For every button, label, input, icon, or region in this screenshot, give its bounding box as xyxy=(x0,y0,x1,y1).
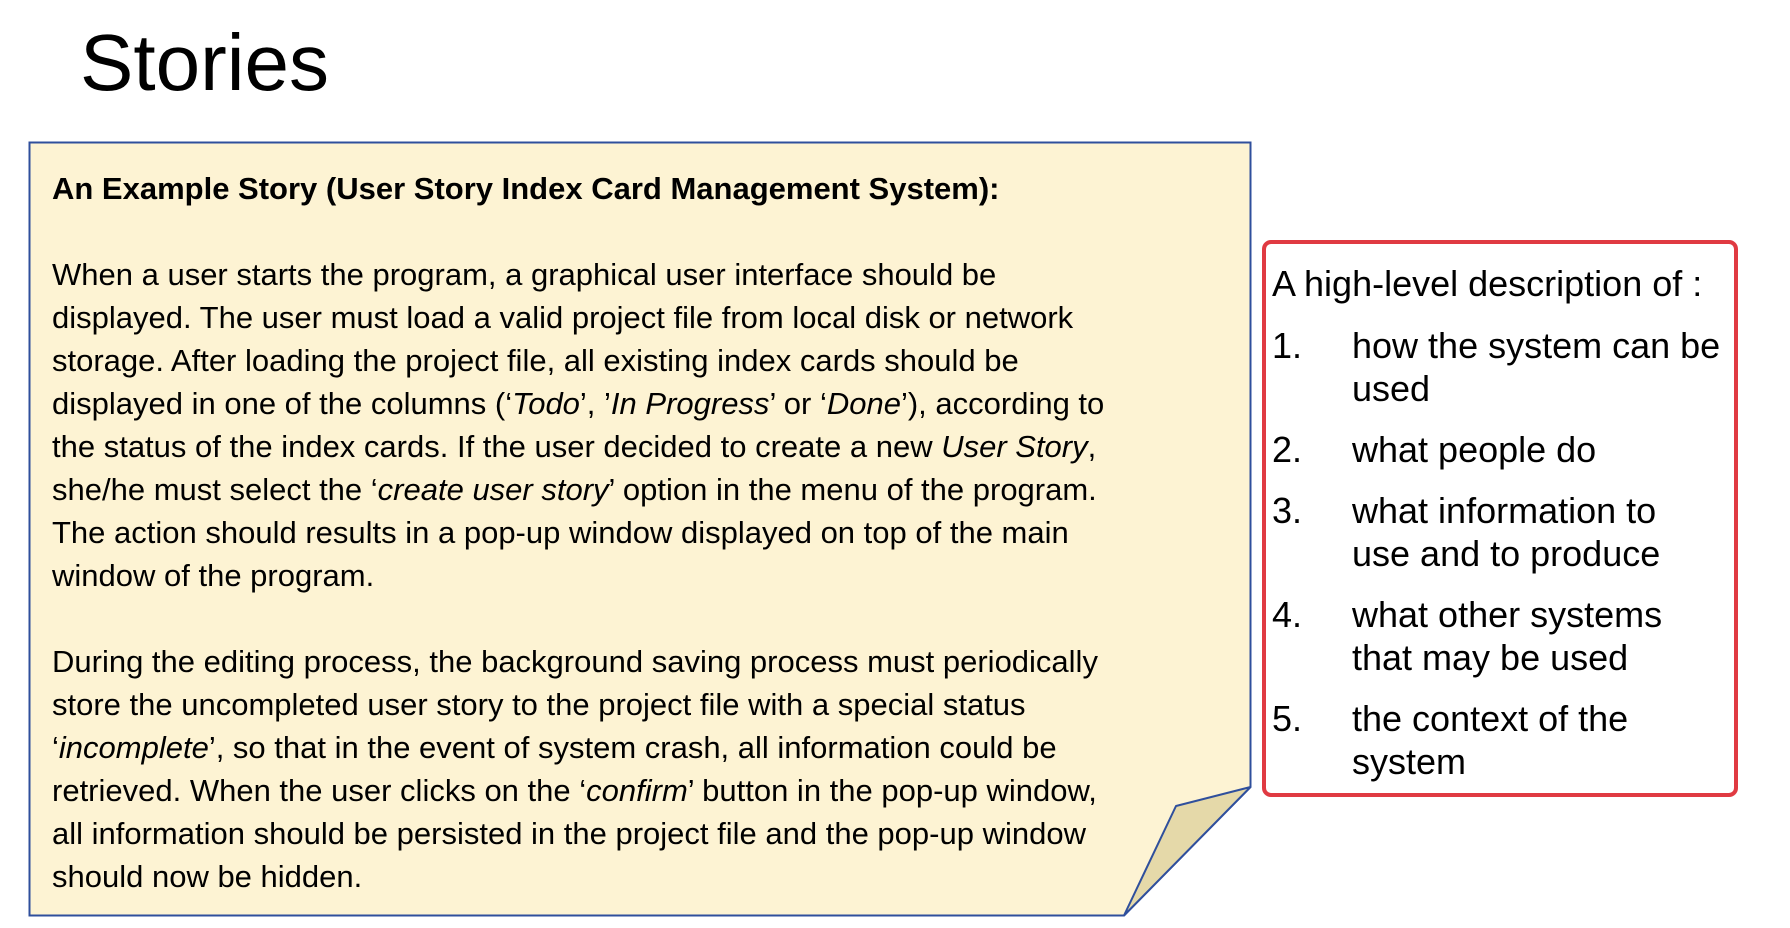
list-item-line: what other systems xyxy=(1352,594,1663,635)
card-text-italic: confirm xyxy=(586,773,688,808)
list-item-line: used xyxy=(1352,368,1431,409)
card-text: she/he must select the ‘ xyxy=(52,472,378,507)
description-list-item: 3. what information to use and to produce xyxy=(1272,489,1732,575)
description-list-item: 5. the context of the system xyxy=(1272,697,1732,783)
card-text-italic: User Story xyxy=(941,429,1088,464)
card-text: ’, so that in the event of system crash,… xyxy=(208,730,1057,765)
card-text-italic: Todo xyxy=(512,386,580,421)
card-text-line: the status of the index cards. If the us… xyxy=(52,425,1232,468)
description-box: A high-level description of : 1. how the … xyxy=(1262,240,1738,797)
card-text-italic: create user story xyxy=(377,472,609,507)
list-item-text: what information to use and to produce xyxy=(1352,489,1732,575)
list-item-text: how the system can be used xyxy=(1352,324,1732,410)
card-text: displayed in one of the columns (‘ xyxy=(52,386,513,421)
list-item-text: what other systems that may be used xyxy=(1352,593,1732,679)
card-text: During the editing process, the backgrou… xyxy=(52,644,1098,679)
card-text: The action should results in a pop-up wi… xyxy=(52,515,1069,550)
card-text-line: all information should be persisted in t… xyxy=(52,812,1232,855)
card-text-italic: incomplete xyxy=(58,730,209,765)
card-text: store the uncompleted user story to the … xyxy=(52,687,1026,722)
card-text: displayed. The user must load a valid pr… xyxy=(52,300,1074,335)
card-text: ’ or ‘ xyxy=(769,386,827,421)
list-item-line: how the system can be xyxy=(1352,325,1721,366)
list-item-line: the context of the xyxy=(1352,698,1629,739)
card-text-line: displayed in one of the columns (‘Todo’,… xyxy=(52,382,1232,425)
card-heading: An Example Story (User Story Index Card … xyxy=(52,171,1000,206)
card-text: window of the program. xyxy=(52,558,375,593)
list-item-text: what people do xyxy=(1352,428,1732,471)
card-text: When a user starts the program, a graphi… xyxy=(52,257,997,292)
card-text-line: she/he must select the ‘create user stor… xyxy=(52,468,1232,511)
list-item-number: 1. xyxy=(1272,325,1303,366)
card-text-line: store the uncompleted user story to the … xyxy=(52,683,1232,726)
card-text-line: ‘incomplete’, so that in the event of sy… xyxy=(52,726,1232,769)
description-list-item: 2. what people do xyxy=(1272,428,1732,471)
card-text: ‘ xyxy=(52,730,59,765)
list-item-text: the context of the system xyxy=(1352,697,1732,783)
card-text: should now be hidden. xyxy=(52,859,363,894)
card-text: ’), according to xyxy=(900,386,1105,421)
list-item-number: 2. xyxy=(1272,429,1303,470)
list-item-line: what information to xyxy=(1352,490,1657,531)
card-paragraph: During the editing process, the backgrou… xyxy=(52,640,1232,898)
card-text: , xyxy=(1087,429,1097,464)
card-content: An Example Story (User Story Index Card … xyxy=(52,167,1232,898)
list-item-line: system xyxy=(1352,741,1467,782)
list-item-number: 4. xyxy=(1272,594,1303,635)
list-item-number: 3. xyxy=(1272,490,1303,531)
card-text-line: retrieved. When the user clicks on the ‘… xyxy=(52,769,1232,812)
card-text-line: During the editing process, the backgrou… xyxy=(52,640,1232,683)
card-text: ’, ’ xyxy=(579,386,611,421)
card-text: retrieved. When the user clicks on the ‘ xyxy=(52,773,587,808)
card-text-italic: In Progress xyxy=(610,386,770,421)
description-list: 1. how the system can be used 2. what people… xyxy=(1272,324,1732,801)
description-intro: A high-level description of : xyxy=(1272,263,1703,304)
card-text-line: When a user starts the program, a graphi… xyxy=(52,253,1232,296)
card-paragraph: When a user starts the program, a graphi… xyxy=(52,253,1232,597)
card-text: the status of the index cards. If the us… xyxy=(52,429,942,464)
card-text-line: The action should results in a pop-up wi… xyxy=(52,511,1232,554)
list-item-line: use and to produce xyxy=(1352,533,1661,574)
card-text-italic: Done xyxy=(826,386,901,421)
card-text-line: storage. After loading the project file,… xyxy=(52,339,1232,382)
slide-title: Stories xyxy=(80,18,329,107)
list-item-line: what people do xyxy=(1352,429,1597,470)
list-item-number: 5. xyxy=(1272,698,1303,739)
card-text-line: window of the program. xyxy=(52,554,1232,597)
description-list-item: 1. how the system can be used xyxy=(1272,324,1732,410)
card-text-line: displayed. The user must load a valid pr… xyxy=(52,296,1232,339)
card-text: all information should be persisted in t… xyxy=(52,816,1086,851)
story-card: An Example Story (User Story Index Card … xyxy=(28,141,1252,917)
card-text-line: should now be hidden. xyxy=(52,855,1232,898)
card-paragraphs: When a user starts the program, a graphi… xyxy=(52,253,1232,898)
list-item-line: that may be used xyxy=(1352,637,1629,678)
card-text: ’ option in the menu of the program. xyxy=(608,472,1097,507)
card-text: ’ button in the pop-up window, xyxy=(687,773,1097,808)
card-text: storage. After loading the project file,… xyxy=(52,343,1019,378)
description-list-item: 4. what other systems that may be used xyxy=(1272,593,1732,679)
